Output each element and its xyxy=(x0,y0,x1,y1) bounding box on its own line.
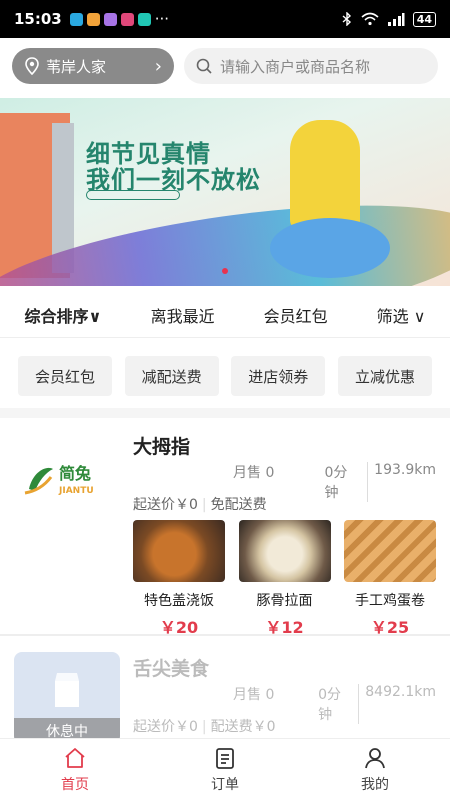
tab-orders[interactable]: 订单 xyxy=(175,746,275,794)
tab-label: 首页 xyxy=(61,776,89,793)
sort-comprehensive[interactable]: 综合排序∨ xyxy=(25,303,102,327)
sort-filter[interactable]: 筛选 ∨ xyxy=(377,303,426,327)
store-logo: 休息中 xyxy=(14,652,120,744)
store-logo: 简兔 JIANTU xyxy=(14,430,120,522)
app-icon xyxy=(137,12,151,26)
distance: 193.9km xyxy=(374,462,436,478)
dish-list: 特色盖浇饭 ￥20 豚骨拉面 ￥12 手工鸡蛋卷 ￥25 xyxy=(133,520,436,638)
dish-name: 手工鸡蛋卷 xyxy=(355,593,425,609)
jiantu-logo: 简兔 JIANTU xyxy=(24,464,94,496)
status-time: 15:03 xyxy=(14,10,62,28)
logo-text: 简兔 xyxy=(59,464,91,483)
sort-bar: 综合排序∨ 离我最近 会员红包 筛选 ∨ xyxy=(0,292,450,338)
sort-label: 筛选 xyxy=(376,306,409,326)
sort-label: 会员红包 xyxy=(263,306,328,326)
tab-label: 订单 xyxy=(211,776,239,793)
banner-indicator xyxy=(222,268,228,274)
location-selector[interactable]: 苇岸人家 › xyxy=(12,48,174,84)
dish-item[interactable]: 手工鸡蛋卷 ￥25 xyxy=(344,520,436,638)
dish-name: 豚骨拉面 xyxy=(256,593,313,609)
min-order: 起送价￥0 xyxy=(133,497,198,513)
chevron-down-icon: ∨ xyxy=(88,306,102,326)
store-card[interactable]: 简兔 JIANTU 大拇指 月售 0 0分钟 193.9km 起送价￥0 | 免配送… xyxy=(0,416,450,637)
delivery-info: 起送价￥0 | 配送费￥0 xyxy=(133,716,276,736)
home-icon xyxy=(65,747,85,768)
banner-pill xyxy=(86,190,180,200)
dish-item[interactable]: 特色盖浇饭 ￥20 xyxy=(133,520,225,638)
chip-member-redpacket[interactable]: 会员红包 xyxy=(18,356,112,396)
delivery-time: 0分钟 xyxy=(324,462,369,502)
app-icon xyxy=(103,12,117,26)
app-icon xyxy=(120,12,134,26)
chevron-down-icon: ∨ xyxy=(413,306,426,326)
delivery-time: 0分钟 xyxy=(318,684,360,724)
search-input[interactable]: 请输入商户或商品名称 xyxy=(184,48,438,84)
min-order: 起送价￥0 xyxy=(133,719,198,735)
delivery-info: 起送价￥0 | 免配送费 xyxy=(133,494,267,514)
filter-chips: 会员红包 减配送费 进店领券 立减优惠 xyxy=(18,356,432,396)
sort-nearest[interactable]: 离我最近 xyxy=(151,303,215,327)
dish-item[interactable]: 豚骨拉面 ￥12 xyxy=(238,520,331,638)
status-right: 44 xyxy=(341,11,436,27)
dish-image xyxy=(238,520,331,582)
tab-profile[interactable]: 我的 xyxy=(325,746,425,794)
delivery-fee: 免配送费 xyxy=(210,497,267,513)
tab-label: 我的 xyxy=(361,776,389,793)
order-icon xyxy=(216,747,234,769)
banner-fish xyxy=(270,218,390,278)
logo-subtext: JIANTU xyxy=(58,486,94,496)
top-bar: 苇岸人家 › 请输入商户或商品名称 xyxy=(12,48,438,86)
divider xyxy=(0,634,450,636)
sort-label: 综合排序 xyxy=(24,306,89,326)
location-label: 苇岸人家 xyxy=(46,57,107,76)
promo-banner[interactable]: 细节见真情 我们一刻不放松 xyxy=(0,98,450,286)
distance: 8492.1km xyxy=(365,684,436,700)
sort-label: 离我最近 xyxy=(150,306,215,326)
status-app-icons: ··· xyxy=(69,10,170,28)
bluetooth-icon xyxy=(342,12,351,26)
app-icon xyxy=(86,12,100,26)
more-icon: ··· xyxy=(154,10,170,28)
dish-name: 特色盖浇饭 xyxy=(144,593,214,609)
store-name: 舌尖美食 xyxy=(133,658,210,680)
status-bar: 15:03 ··· 44 xyxy=(0,0,450,38)
app-icon xyxy=(69,12,83,26)
bottom-tab-bar: 首页 订单 我的 xyxy=(0,738,450,800)
store-placeholder-icon xyxy=(55,673,79,707)
banner-figure xyxy=(290,120,360,230)
location-pin-icon xyxy=(25,57,39,75)
search-icon xyxy=(196,58,212,74)
store-name: 大拇指 xyxy=(133,436,191,458)
divider: | xyxy=(201,719,207,735)
wifi-icon xyxy=(361,12,379,26)
dish-image xyxy=(344,520,436,582)
chevron-right-icon: › xyxy=(154,55,162,77)
sort-member-redpacket[interactable]: 会员红包 xyxy=(264,303,328,327)
dish-image xyxy=(133,520,225,582)
chip-store-coupon[interactable]: 进店领券 xyxy=(231,356,326,396)
signal-icon xyxy=(387,13,405,26)
tab-home[interactable]: 首页 xyxy=(25,746,125,794)
delivery-fee: 配送费￥0 xyxy=(210,719,276,735)
store-card[interactable]: 休息中 舌尖美食 月售 0 0分钟 8492.1km 起送价￥0 | 配送费￥0 xyxy=(0,638,450,744)
user-icon xyxy=(365,747,385,768)
chip-instant-discount[interactable]: 立减优惠 xyxy=(337,356,432,396)
battery-icon: 44 xyxy=(412,11,436,27)
chip-reduce-delivery[interactable]: 减配送费 xyxy=(124,356,219,396)
search-placeholder: 请输入商户或商品名称 xyxy=(220,57,371,76)
indicator-dot xyxy=(222,268,228,274)
divider: | xyxy=(201,497,207,513)
